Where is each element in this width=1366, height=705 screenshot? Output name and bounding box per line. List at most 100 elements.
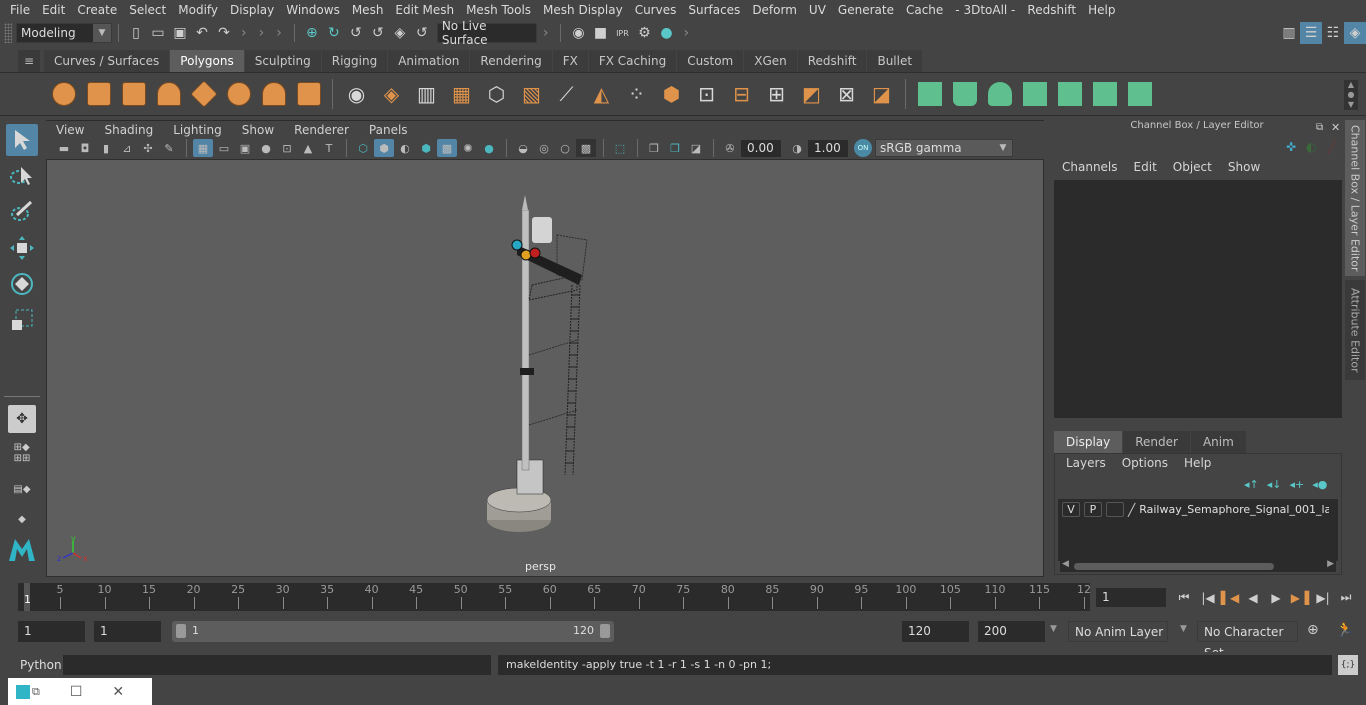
mirror-icon[interactable]: ▥ bbox=[409, 77, 444, 111]
menu-uv[interactable]: UV bbox=[803, 3, 832, 17]
bridge-edges-icon[interactable]: ⊠ bbox=[829, 77, 864, 111]
script-editor-icon[interactable]: {;} bbox=[1338, 655, 1358, 675]
undo-icon[interactable]: ↶ bbox=[191, 22, 213, 44]
close-icon[interactable]: ✕ bbox=[112, 684, 124, 700]
gate-mask-icon[interactable]: ● bbox=[256, 139, 276, 157]
poly-sphere-icon[interactable] bbox=[46, 77, 81, 111]
safe-action-icon[interactable]: ▲ bbox=[298, 139, 318, 157]
menu-create[interactable]: Create bbox=[71, 3, 123, 17]
combine-icon[interactable]: ◉ bbox=[339, 77, 374, 111]
tab-display[interactable]: Display bbox=[1054, 431, 1123, 453]
menu-surfaces[interactable]: Surfaces bbox=[682, 3, 746, 17]
multi-cut-icon[interactable]: ◭ bbox=[584, 77, 619, 111]
tab-polygons[interactable]: Polygons bbox=[170, 50, 244, 72]
range-end-handle[interactable] bbox=[600, 624, 610, 638]
go-to-start-icon[interactable]: ⏮ bbox=[1174, 589, 1194, 606]
offset-edge-loop-icon[interactable]: ⊞ bbox=[759, 77, 794, 111]
hypershade-icon[interactable]: ● bbox=[655, 22, 677, 44]
move-layer-up-icon[interactable]: ◂↑ bbox=[1244, 478, 1259, 491]
tab-redshift[interactable]: Redshift bbox=[797, 50, 867, 72]
merge-icon[interactable]: ◩ bbox=[794, 77, 829, 111]
playback-start-field[interactable]: 1 bbox=[94, 621, 161, 642]
tab-render[interactable]: Render bbox=[1123, 431, 1190, 453]
character-set-dropdown[interactable]: No Character Set bbox=[1197, 621, 1298, 660]
tab-fx[interactable]: FX bbox=[552, 50, 588, 72]
collapse-arrow-icon[interactable]: › bbox=[683, 25, 689, 41]
collapse-arrow-icon[interactable]: › bbox=[241, 25, 247, 41]
range-slider[interactable]: 1 120 bbox=[172, 621, 614, 642]
uv-editor-icon[interactable] bbox=[1087, 77, 1122, 111]
tab-rigging[interactable]: Rigging bbox=[321, 50, 388, 72]
target-weld-icon[interactable]: ⁘ bbox=[619, 77, 654, 111]
sync-icon[interactable]: ◐ bbox=[1306, 140, 1316, 154]
live-surface-field[interactable]: No Live Surface bbox=[436, 19, 537, 47]
poly-cylinder-icon[interactable] bbox=[116, 77, 151, 111]
snap-point-icon[interactable]: ↺ bbox=[345, 22, 367, 44]
menu-mesh-display[interactable]: Mesh Display bbox=[537, 3, 629, 17]
menu-file[interactable]: File bbox=[4, 3, 36, 17]
film-gate-icon[interactable]: ▭ bbox=[214, 139, 234, 157]
tab-xgen[interactable]: XGen bbox=[744, 50, 797, 72]
planar-uv-icon[interactable] bbox=[912, 77, 947, 111]
viewport-menu-lighting[interactable]: Lighting bbox=[163, 123, 232, 137]
open-scene-icon[interactable]: ▭ bbox=[147, 22, 169, 44]
channel-menu-edit[interactable]: Edit bbox=[1126, 160, 1165, 178]
auto-key-icon[interactable]: ⊕ bbox=[1307, 622, 1319, 638]
layer-name[interactable]: Railway_Semaphore_Signal_001_layer bbox=[1139, 503, 1329, 516]
command-input[interactable] bbox=[63, 655, 491, 675]
resolution-gate-icon[interactable]: ▣ bbox=[235, 139, 255, 157]
tool-settings-icon[interactable]: ☷ bbox=[1322, 22, 1344, 44]
menu-mesh[interactable]: Mesh bbox=[346, 3, 390, 17]
tab-bullet[interactable]: Bullet bbox=[867, 50, 923, 72]
scene-start-field[interactable]: 1 bbox=[18, 621, 85, 642]
anim-layer-dropdown[interactable]: No Anim Layer bbox=[1068, 621, 1168, 642]
outliner-layout-icon[interactable]: ▤◆ bbox=[6, 473, 38, 505]
menu-modify[interactable]: Modify bbox=[172, 3, 224, 17]
gamma-icon[interactable]: ◑ bbox=[787, 139, 807, 157]
smooth-icon[interactable]: ▦ bbox=[444, 77, 479, 111]
tab-rendering[interactable]: Rendering bbox=[470, 50, 552, 72]
layout-uv-icon[interactable] bbox=[1122, 77, 1157, 111]
tab-curves-surfaces[interactable]: Curves / Surfaces bbox=[44, 50, 170, 72]
play-backward-icon[interactable]: ◀ bbox=[1243, 589, 1263, 606]
restore-icon[interactable]: ⧉ bbox=[32, 685, 40, 699]
poly-torus-icon[interactable] bbox=[221, 77, 256, 111]
poly-plane-icon[interactable] bbox=[186, 77, 221, 111]
shadows-icon[interactable]: ● bbox=[479, 139, 499, 157]
color-space-dropdown[interactable]: sRGB gamma ▼ bbox=[875, 139, 1013, 157]
menu-3dtoall[interactable]: - 3DtoAll - bbox=[949, 3, 1021, 17]
tab-channel-box-layer-editor[interactable]: Channel Box / Layer Editor bbox=[1345, 120, 1365, 276]
ambient-occlusion-icon[interactable]: ◒ bbox=[513, 139, 533, 157]
camera-icon[interactable]: ▬ bbox=[54, 139, 74, 157]
poly-cone-icon[interactable] bbox=[151, 77, 186, 111]
tab-custom[interactable]: Custom bbox=[677, 50, 744, 72]
tab-attribute-editor[interactable]: Attribute Editor bbox=[1345, 280, 1365, 380]
extrude-icon[interactable]: ⬡ bbox=[479, 77, 514, 111]
bevel-icon[interactable]: ▧ bbox=[514, 77, 549, 111]
paint-select-tool-icon[interactable] bbox=[6, 196, 38, 228]
2d-pan-zoom-icon[interactable]: ✣ bbox=[138, 139, 158, 157]
perspective-viewport[interactable]: y z x persp bbox=[46, 159, 1044, 577]
channel-menu-show[interactable]: Show bbox=[1220, 160, 1268, 178]
automatic-uv-icon[interactable] bbox=[1017, 77, 1052, 111]
cylindrical-uv-icon[interactable] bbox=[947, 77, 982, 111]
menu-edit-mesh[interactable]: Edit Mesh bbox=[389, 3, 460, 17]
snap-curve-icon[interactable]: ↻ bbox=[323, 22, 345, 44]
motion-blur-icon[interactable]: ◎ bbox=[534, 139, 554, 157]
bevel-edge-icon[interactable]: ⊡ bbox=[689, 77, 724, 111]
menu-mesh-tools[interactable]: Mesh Tools bbox=[460, 3, 537, 17]
current-frame-field[interactable]: 1 bbox=[1096, 588, 1166, 607]
move-tool-icon[interactable] bbox=[6, 232, 38, 264]
tab-sculpting[interactable]: Sculpting bbox=[244, 50, 321, 72]
tab-anim[interactable]: Anim bbox=[1190, 431, 1246, 453]
layer-menu-help[interactable]: Help bbox=[1176, 455, 1219, 471]
range-start-handle[interactable] bbox=[176, 624, 186, 638]
select-tool-icon[interactable] bbox=[6, 124, 38, 156]
step-forward-key-icon[interactable]: ▶| bbox=[1313, 589, 1333, 606]
poly-pipe-icon[interactable] bbox=[291, 77, 326, 111]
boolean-icon[interactable]: ◪ bbox=[864, 77, 899, 111]
graph-layout-icon[interactable]: ◆ bbox=[6, 509, 38, 529]
menu-redshift[interactable]: Redshift bbox=[1021, 3, 1082, 17]
play-forward-icon[interactable]: ▶ bbox=[1266, 589, 1286, 606]
drag-handle[interactable] bbox=[4, 23, 12, 43]
